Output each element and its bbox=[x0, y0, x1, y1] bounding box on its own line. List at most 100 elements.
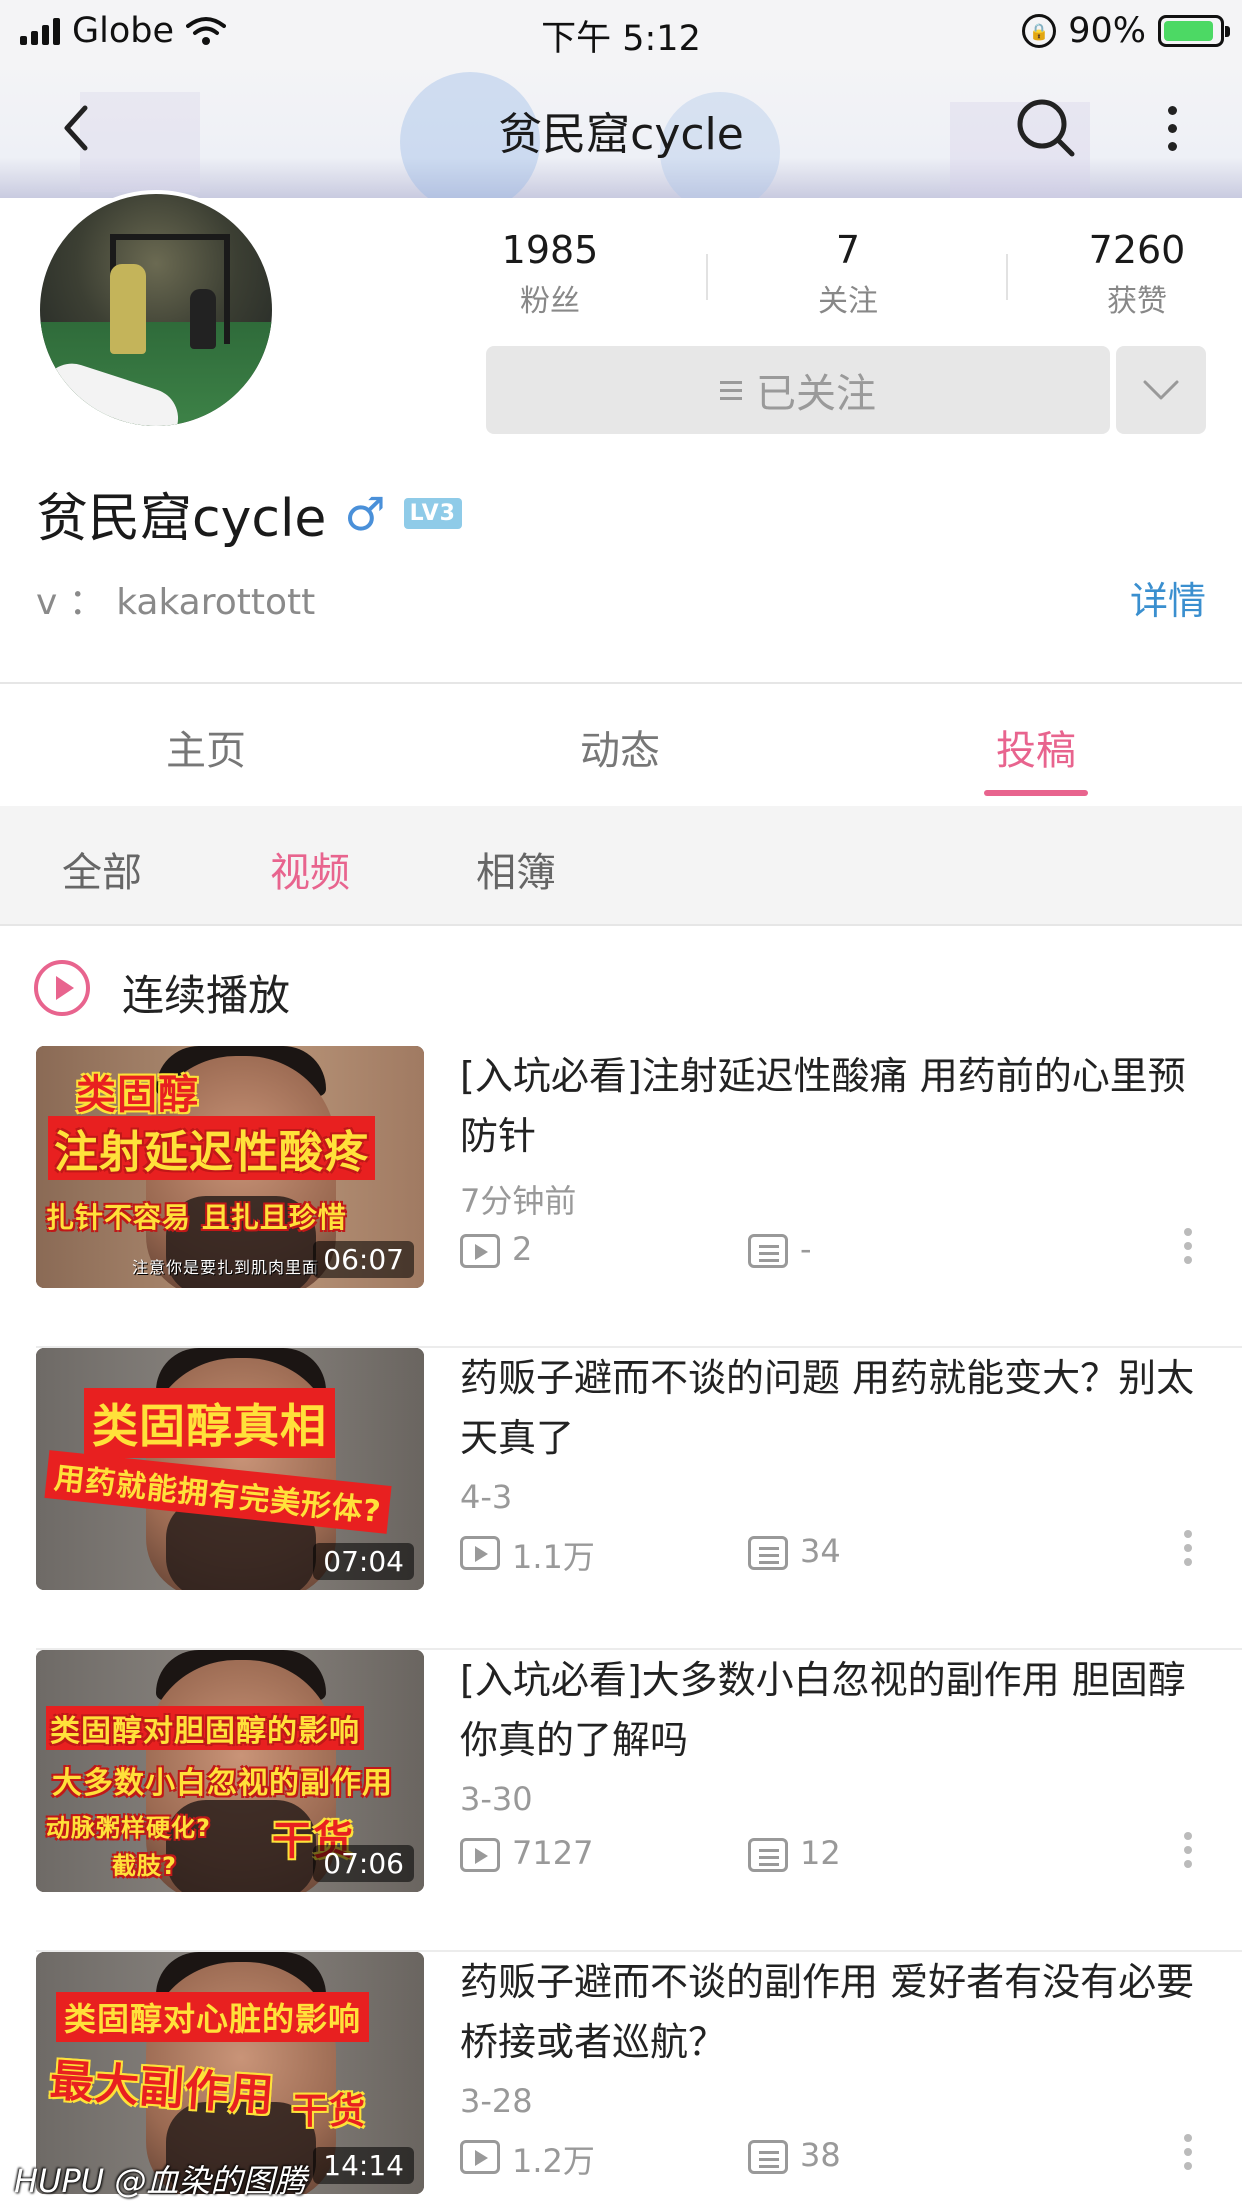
profile-header: 1985 粉丝 7 关注 7260 获赞 已关注 贫民窟cycle ♂ LV3 … bbox=[0, 190, 1242, 682]
video-date: 3-28 bbox=[460, 2082, 533, 2120]
filter-video[interactable]: 视频 bbox=[270, 840, 350, 898]
filter-album[interactable]: 相簿 bbox=[476, 840, 556, 898]
video-more-button[interactable] bbox=[1178, 1228, 1198, 1274]
video-thumbnail[interactable]: 类固醇真相 用药就能拥有完美形体? 07:04 bbox=[36, 1348, 424, 1590]
video-duration: 07:04 bbox=[313, 1543, 414, 1580]
more-vertical-icon bbox=[1167, 105, 1177, 115]
more-vertical-icon bbox=[1184, 1832, 1192, 1840]
thumbnail-caption: 大多数小白忽视的副作用 bbox=[52, 1766, 393, 1801]
thumbnail-caption: 截肢? bbox=[112, 1852, 177, 1880]
video-more-button[interactable] bbox=[1178, 1530, 1198, 1576]
video-comments: - bbox=[800, 1230, 812, 1268]
chevron-down-icon bbox=[1143, 380, 1179, 400]
stat-likes-label: 获赞 bbox=[1107, 284, 1167, 319]
stat-fans-count: 1985 bbox=[501, 228, 599, 272]
filter-all[interactable]: 全部 bbox=[62, 840, 142, 898]
tab-activity[interactable]: 动态 bbox=[520, 718, 720, 776]
video-date: 7分钟前 bbox=[460, 1182, 577, 1220]
thumbnail-caption: 注射延迟性酸疼 bbox=[48, 1116, 375, 1180]
stat-likes-count: 7260 bbox=[1088, 228, 1186, 272]
video-item[interactable]: 类固醇真相 用药就能拥有完美形体? 07:04 药贩子避而不谈的问题 用药就能变… bbox=[0, 1348, 1242, 1650]
stat-following-count: 7 bbox=[835, 228, 861, 272]
thumbnail-caption: 干货 bbox=[292, 2091, 367, 2132]
search-button[interactable] bbox=[1014, 96, 1078, 160]
video-stats: 2 - bbox=[460, 1228, 1200, 1274]
battery-icon bbox=[1158, 15, 1230, 47]
play-circle-icon bbox=[34, 960, 90, 1016]
video-item[interactable]: 类固醇 注射延迟性酸疼 扎针不容易 且扎且珍惜 注意你是要扎到肌肉里面 06:0… bbox=[0, 1046, 1242, 1348]
battery-percent: 90% bbox=[1068, 11, 1146, 51]
play-count-icon bbox=[460, 2140, 500, 2174]
avatar[interactable] bbox=[36, 190, 276, 430]
comment-icon bbox=[748, 1234, 788, 1268]
thumbnail-caption: 类固醇真相 bbox=[84, 1388, 335, 1458]
thumbnail-caption: 类固醇对心脏的影响 bbox=[56, 1992, 370, 2042]
video-title[interactable]: [入坑必看]注射延迟性酸痛 用药前的心里预防针 bbox=[460, 1046, 1200, 1166]
play-count-icon bbox=[460, 1838, 500, 1872]
stat-divider bbox=[1006, 254, 1008, 300]
more-vertical-icon bbox=[1184, 1228, 1192, 1236]
menu-lines-icon bbox=[720, 380, 742, 400]
video-date: 4-3 bbox=[460, 1478, 513, 1516]
video-item[interactable]: 类固醇对胆固醇的影响 大多数小白忽视的副作用 动脉粥样硬化? 截肢? 干货 07… bbox=[0, 1650, 1242, 1952]
video-title[interactable]: 药贩子避而不谈的副作用 爱好者有没有必要桥接或者巡航？ bbox=[460, 1952, 1200, 2072]
play-count-icon bbox=[460, 1234, 500, 1268]
thumbnail-caption: 类固醇 bbox=[76, 1072, 199, 1118]
stat-following[interactable]: 7 关注 bbox=[758, 228, 938, 320]
video-thumbnail[interactable]: 类固醇对胆固醇的影响 大多数小白忽视的副作用 动脉粥样硬化? 截肢? 干货 07… bbox=[36, 1650, 424, 1892]
video-plays: 7127 bbox=[512, 1834, 594, 1872]
more-vertical-icon bbox=[1184, 1530, 1192, 1538]
stat-divider bbox=[706, 254, 708, 300]
thumbnail-caption: 扎针不容易 且扎且珍惜 bbox=[46, 1201, 347, 1234]
comment-icon bbox=[748, 1838, 788, 1872]
thumbnail-subtitle: 注意你是要扎到肌肉里面 bbox=[132, 1258, 320, 1277]
comment-icon bbox=[748, 2140, 788, 2174]
username: 贫民窟cycle bbox=[36, 489, 327, 549]
profile-tabs: 主页 动态 投稿 bbox=[0, 684, 1242, 806]
tab-submissions[interactable]: 投稿 bbox=[936, 718, 1136, 776]
video-more-button[interactable] bbox=[1178, 1832, 1198, 1878]
stat-fans[interactable]: 1985 粉丝 bbox=[460, 228, 640, 320]
stat-following-label: 关注 bbox=[818, 284, 878, 319]
male-icon: ♂ bbox=[344, 486, 386, 541]
more-button[interactable] bbox=[1150, 96, 1194, 160]
tab-home[interactable]: 主页 bbox=[106, 718, 306, 776]
tab-active-indicator bbox=[984, 790, 1088, 796]
video-stats: 1.1万 34 bbox=[460, 1530, 1200, 1576]
thumbnail-caption: 类固醇对胆固醇的影响 bbox=[46, 1706, 364, 1750]
nav-bar: 贫民窟cycle bbox=[0, 62, 1242, 198]
video-duration: 06:07 bbox=[313, 1241, 414, 1278]
more-vertical-icon bbox=[1184, 2134, 1192, 2142]
status-right: 🔒 90% bbox=[1022, 10, 1230, 52]
video-title[interactable]: [入坑必看]大多数小白忽视的副作用 胆固醇 你真的了解吗 bbox=[460, 1650, 1200, 1770]
video-title[interactable]: 药贩子避而不谈的问题 用药就能变大？别太天真了 bbox=[460, 1348, 1200, 1468]
stat-likes[interactable]: 7260 获赞 bbox=[1052, 228, 1222, 320]
thumbnail-caption: 动脉粥样硬化? bbox=[46, 1814, 211, 1842]
follow-dropdown-button[interactable] bbox=[1116, 346, 1206, 434]
video-plays: 1.2万 bbox=[512, 2142, 595, 2180]
video-duration: 07:06 bbox=[313, 1845, 414, 1882]
autoplay-label: 连续播放 bbox=[122, 971, 291, 1020]
video-comments: 12 bbox=[800, 1834, 841, 1872]
video-plays: 2 bbox=[512, 1230, 533, 1268]
follow-button[interactable]: 已关注 bbox=[486, 346, 1110, 434]
video-stats: 7127 12 bbox=[460, 1832, 1200, 1878]
level-badge[interactable]: LV3 bbox=[403, 498, 462, 529]
video-date: 3-30 bbox=[460, 1780, 533, 1818]
detail-link[interactable]: 详情 bbox=[1130, 570, 1206, 625]
search-icon bbox=[1017, 99, 1075, 157]
submission-filter: 全部 视频 相簿 bbox=[0, 806, 1242, 926]
profile-stats: 1985 粉丝 7 关注 7260 获赞 bbox=[440, 228, 1222, 320]
autoplay-row[interactable]: 连续播放 bbox=[0, 926, 1242, 1046]
video-comments: 38 bbox=[800, 2136, 841, 2174]
video-plays: 1.1万 bbox=[512, 1538, 595, 1576]
watermark: HUPU @血染的图腾 bbox=[14, 2162, 307, 2200]
comment-icon bbox=[748, 1536, 788, 1570]
status-bar: Globe 下午 5:12 🔒 90% bbox=[0, 0, 1242, 62]
video-thumbnail[interactable]: 类固醇 注射延迟性酸疼 扎针不容易 且扎且珍惜 注意你是要扎到肌肉里面 06:0… bbox=[36, 1046, 424, 1288]
video-duration: 14:14 bbox=[313, 2147, 414, 2184]
video-comments: 34 bbox=[800, 1532, 841, 1570]
video-stats: 1.2万 38 bbox=[460, 2134, 1200, 2180]
rotation-lock-icon: 🔒 bbox=[1022, 14, 1057, 48]
video-more-button[interactable] bbox=[1178, 2134, 1198, 2180]
